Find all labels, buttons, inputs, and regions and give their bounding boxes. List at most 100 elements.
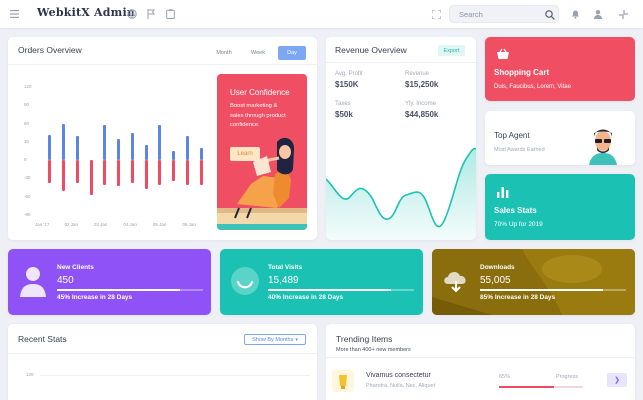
new-clients-value: 450 — [57, 275, 74, 286]
chart-bar[interactable] — [62, 160, 66, 191]
taxes-label: Taxes — [335, 101, 351, 107]
sales-stats-card[interactable]: Sales Stats 70% Up for 2019 — [485, 174, 635, 240]
chart-bar[interactable] — [185, 160, 189, 185]
y-tick-label: 60 — [24, 120, 30, 126]
chart-bar[interactable] — [48, 160, 52, 184]
taxes-value: $50k — [335, 110, 353, 119]
chart-bar[interactable] — [103, 125, 107, 161]
cloud-download-icon — [444, 271, 466, 293]
revenue-overview-card: Revenue Overview Export Avg. Profit $150… — [326, 37, 476, 240]
show-by-months-dropdown[interactable]: Show By Months ▾ — [244, 334, 306, 345]
chart-bar[interactable] — [144, 144, 148, 161]
chart-bar[interactable] — [130, 160, 134, 184]
tab-day[interactable]: Day — [278, 46, 306, 60]
y-tick-label: -30 — [24, 175, 31, 181]
chart-bar[interactable] — [89, 160, 93, 196]
chart-bar[interactable] — [199, 147, 203, 161]
tab-month[interactable]: Month — [210, 46, 238, 60]
downloads-card[interactable]: Downloads 55,005 85% Increase in 28 Days — [432, 249, 635, 315]
avg-profit-label: Avg. Profit — [335, 71, 363, 77]
divider — [8, 353, 317, 354]
fullscreen-icon[interactable] — [430, 8, 442, 20]
item-open-button[interactable]: ❯ — [607, 373, 627, 387]
item-percent: 65% — [499, 374, 511, 380]
confidence-title: User Confidence — [230, 88, 290, 97]
chart-bar[interactable] — [172, 151, 176, 161]
total-visits-progress — [268, 289, 414, 291]
chart-bar[interactable] — [62, 123, 66, 161]
revenue-overview-title: Revenue Overview — [335, 45, 407, 55]
shopping-cart-card[interactable]: Shopping Cart Duis, Faucibus, Lorem, Vit… — [485, 37, 635, 101]
chart-bar[interactable] — [117, 138, 121, 161]
chart-bar[interactable] — [185, 135, 189, 161]
new-clients-progress — [57, 289, 203, 291]
new-clients-title: New Clients — [57, 264, 94, 271]
gridline — [40, 375, 310, 376]
sales-stats-title: Sales Stats — [494, 206, 537, 215]
yearly-income-label: Yly. Income — [405, 101, 436, 107]
menu-icon[interactable] — [8, 8, 20, 20]
chart-bar[interactable] — [144, 160, 148, 190]
flag-icon[interactable] — [145, 8, 157, 20]
total-visits-progress-fill — [268, 289, 391, 291]
avatar — [589, 129, 617, 165]
chart-bar[interactable] — [172, 160, 176, 182]
brand-logo[interactable]: WebkitX Admin — [37, 6, 135, 19]
item-status: Progress — [556, 374, 579, 380]
bell-icon[interactable] — [569, 8, 581, 20]
chart-bar[interactable] — [117, 160, 121, 186]
chevron-right-icon: ❯ — [614, 377, 620, 384]
item-progress-fill — [499, 386, 554, 388]
chart-bar[interactable] — [75, 135, 79, 161]
clipboard-icon[interactable] — [164, 8, 176, 20]
chart-bar[interactable] — [158, 160, 162, 185]
chart-bar[interactable] — [75, 160, 79, 184]
trending-items-card: Trending Items More than 400+ new member… — [326, 324, 635, 400]
item-tags: Pharetra, Nulla, Nec, Aliquet — [366, 383, 436, 389]
x-tick-label: 05 Jan — [152, 222, 167, 227]
divider — [326, 62, 476, 63]
downloads-value: 55,005 — [480, 275, 511, 286]
caret-down-icon: ▾ — [295, 336, 298, 343]
chart-bar[interactable] — [103, 160, 107, 185]
total-visits-title: Total Visits — [268, 264, 303, 271]
globe-icon[interactable] — [126, 8, 138, 20]
reading-woman-illustration — [217, 137, 307, 230]
tab-week[interactable]: Week — [244, 46, 272, 60]
y-tick-label: -90 — [24, 212, 31, 217]
y-tick-label: 120 — [24, 84, 32, 89]
smile-icon — [231, 267, 259, 295]
total-visits-card[interactable]: Total Visits 15,489 40% Increase in 28 D… — [220, 249, 423, 315]
recent-stats-title: Recent Stats — [18, 334, 67, 344]
new-clients-progress-fill — [57, 289, 180, 291]
revenue-label: Revenue — [405, 71, 430, 77]
orders-overview-card: Orders Overview Month Week Day 120 90 60 30… — [8, 37, 317, 240]
downloads-progress — [480, 289, 626, 291]
trending-item-row[interactable]: Vivamus consectetur Pharetra, Nulla, Nec… — [326, 364, 635, 398]
search-box[interactable]: Search — [449, 5, 559, 23]
new-clients-card[interactable]: New Clients 450 45% Increase in 28 Days — [8, 249, 211, 315]
search-icon[interactable] — [544, 9, 555, 20]
basket-icon — [496, 48, 510, 62]
x-tick-label: 06 Jan — [182, 222, 196, 227]
chart-bar[interactable] — [158, 125, 162, 161]
settings-icon[interactable] — [617, 8, 629, 20]
export-button[interactable]: Export — [438, 45, 465, 56]
user-confidence-banner: User Confidence Boost marketing & sales … — [217, 74, 307, 230]
revenue-value: $15,250k — [405, 80, 439, 89]
shopping-cart-title: Shopping Cart — [494, 68, 550, 77]
item-thumbnail — [332, 370, 354, 392]
chart-bar[interactable] — [199, 160, 203, 185]
user-icon[interactable] — [592, 8, 604, 20]
x-tick-label: Jan '17 — [35, 222, 50, 227]
sales-stats-sub: 70% Up for 2019 — [494, 221, 543, 228]
chart-bar[interactable] — [130, 132, 134, 161]
search-input[interactable]: Search — [459, 10, 483, 19]
divider — [326, 357, 635, 358]
chart-bar[interactable] — [48, 134, 52, 161]
top-bar: WebkitX Admin Search — [0, 0, 643, 28]
y-tick-label: 90 — [24, 102, 30, 108]
item-progress — [499, 386, 583, 388]
downloads-progress-fill — [480, 289, 603, 291]
avg-profit-value: $150K — [335, 80, 359, 89]
